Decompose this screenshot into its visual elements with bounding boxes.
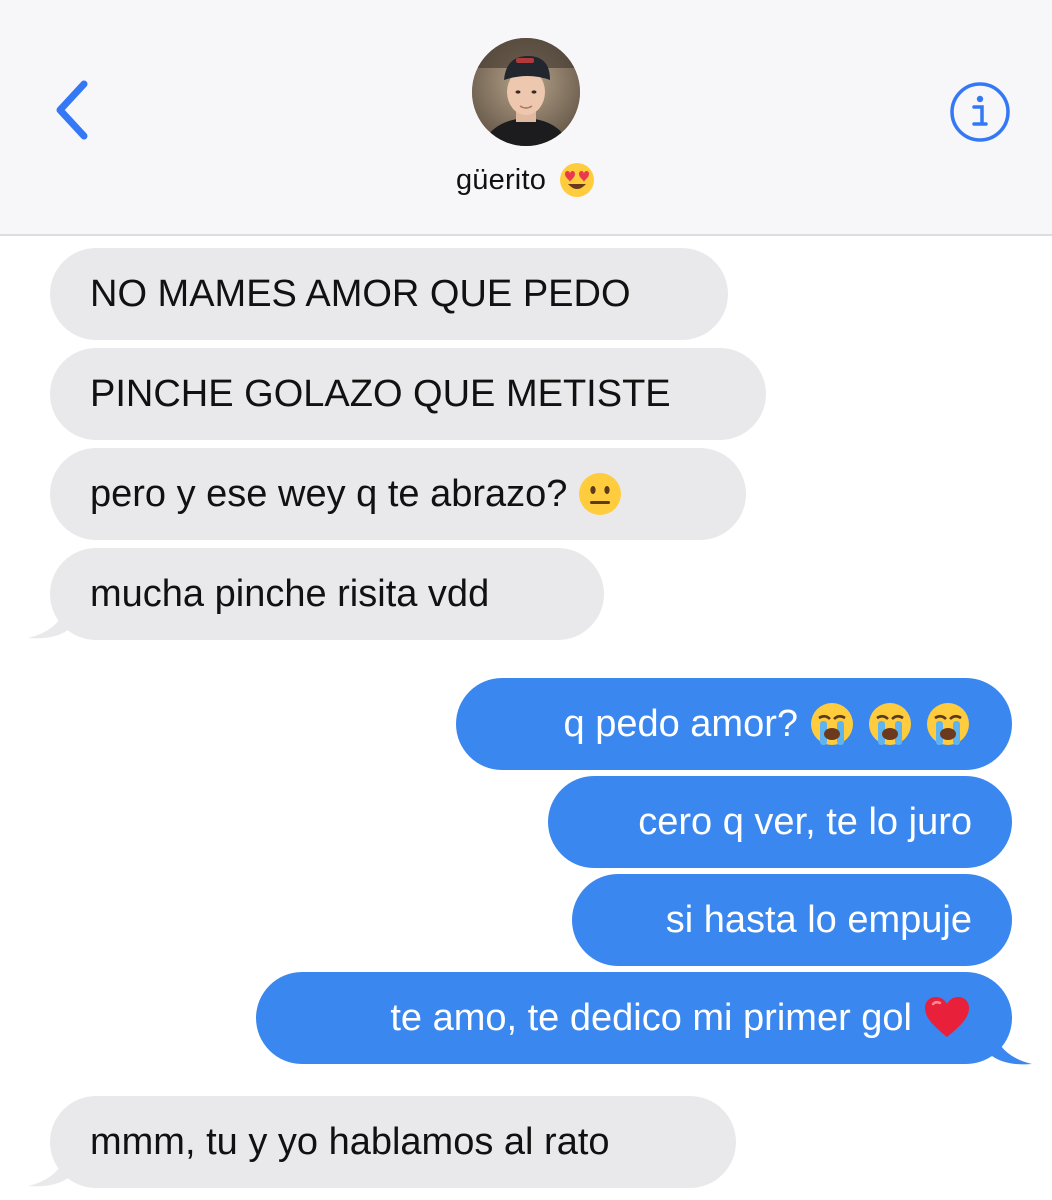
message-text: mucha pinche risita vdd — [90, 573, 490, 615]
loudly-crying-face-emoji-icon — [811, 703, 853, 745]
messages-screen: güerito NO MAMES AMOR QUE PEDO PINCHE GO… — [0, 0, 1052, 1200]
avatar-photo — [472, 38, 580, 146]
chevron-left-icon — [56, 80, 88, 140]
incoming-message-bubble[interactable]: mmm, tu y yo hablamos al rato — [50, 1096, 736, 1188]
outgoing-message-bubble[interactable]: te amo, te dedico mi primer gol — [256, 972, 1012, 1064]
message-text: NO MAMES AMOR QUE PEDO — [90, 273, 631, 315]
incoming-bubble-tail — [28, 600, 68, 639]
conversation-header: güerito — [0, 0, 1052, 236]
outgoing-bubble-tail — [992, 1026, 1032, 1065]
heart-eyes-emoji-icon — [560, 163, 595, 197]
message-text: PINCHE GOLAZO QUE METISTE — [90, 373, 671, 415]
message-text: te amo, te dedico mi primer gol — [390, 997, 912, 1039]
contact-name-button[interactable]: güerito — [0, 156, 1052, 204]
message-text: mmm, tu y yo hablamos al rato — [90, 1121, 610, 1163]
incoming-message-bubble[interactable]: PINCHE GOLAZO QUE METISTE — [50, 348, 766, 440]
incoming-message-bubble[interactable]: pero y ese wey q te abrazo? — [50, 448, 746, 540]
red-heart-emoji-icon — [925, 997, 969, 1037]
outgoing-message-bubble[interactable]: cero q ver, te lo juro — [548, 776, 1012, 868]
contact-name: güerito — [455, 163, 547, 196]
loudly-crying-face-emoji-icon — [927, 703, 969, 745]
contact-avatar[interactable] — [472, 38, 580, 146]
outgoing-message-bubble[interactable]: q pedo amor? — [456, 678, 1012, 770]
message-text: cero q ver, te lo juro — [638, 801, 972, 843]
info-circle-icon — [950, 82, 1010, 142]
message-thread[interactable]: NO MAMES AMOR QUE PEDO PINCHE GOLAZO QUE… — [0, 238, 1052, 1200]
message-text: q pedo amor? — [563, 703, 799, 745]
incoming-message-bubble[interactable]: NO MAMES AMOR QUE PEDO — [50, 248, 728, 340]
back-button[interactable] — [40, 70, 110, 150]
incoming-message-bubble[interactable]: mucha pinche risita vdd — [50, 548, 604, 640]
incoming-bubble-tail — [28, 1148, 68, 1187]
info-button[interactable] — [948, 80, 1012, 144]
message-text: si hasta lo empuje — [665, 899, 972, 941]
loudly-crying-face-emoji-icon — [869, 703, 911, 745]
outgoing-message-bubble[interactable]: si hasta lo empuje — [572, 874, 1012, 966]
message-text: pero y ese wey q te abrazo? — [90, 473, 568, 515]
neutral-face-emoji-icon — [579, 473, 622, 515]
